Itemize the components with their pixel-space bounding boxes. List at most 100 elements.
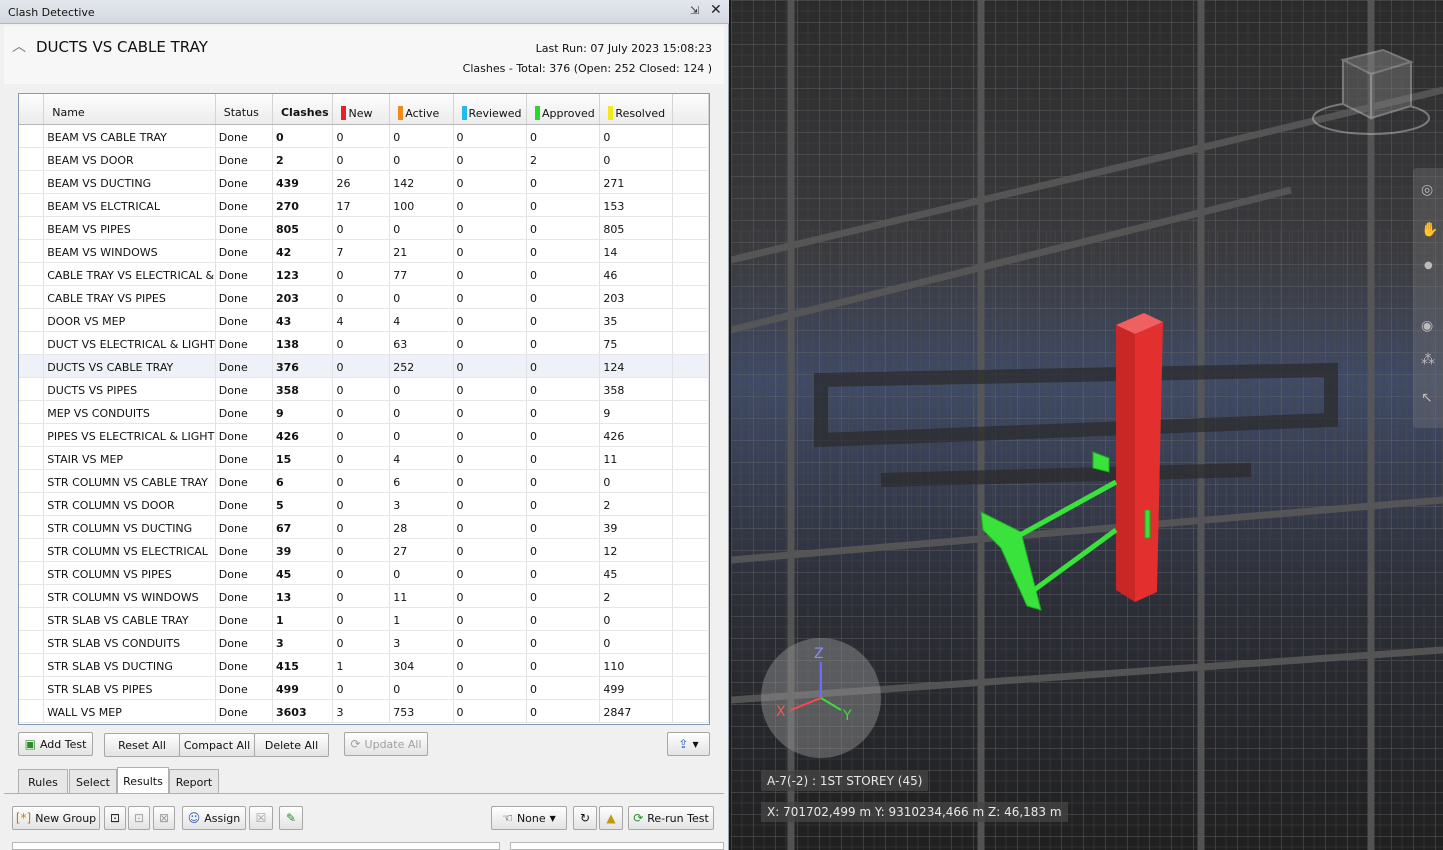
new-group-button[interactable]: [*] New Group bbox=[12, 806, 100, 830]
column-header-clashes[interactable]: Clashes bbox=[272, 94, 334, 125]
row-selector[interactable] bbox=[19, 147, 45, 171]
row-selector[interactable] bbox=[19, 469, 45, 493]
select-icon[interactable]: ↖ bbox=[1421, 390, 1433, 406]
test-row[interactable]: STAIR VS MEP Done 15 0 4 0 0 11 bbox=[19, 446, 709, 470]
cell-filler bbox=[672, 561, 709, 585]
test-row[interactable]: BEAM VS WINDOWS Done 42 7 21 0 0 14 bbox=[19, 239, 709, 263]
test-row[interactable]: CABLE TRAY VS ELECTRICAL & Done 123 0 77 0 0 46 bbox=[19, 262, 709, 286]
add-test-button[interactable]: ▣ Add Test bbox=[18, 732, 93, 756]
test-row[interactable]: DOOR VS MEP Done 43 4 4 0 0 35 bbox=[19, 308, 709, 332]
test-row[interactable]: DUCT VS ELECTRICAL & LIGHT Done 138 0 63 0 0 75 bbox=[19, 331, 709, 355]
row-selector[interactable] bbox=[19, 262, 45, 286]
rerun-test-button[interactable]: ⟳ Re-run Test bbox=[628, 806, 714, 830]
export-icon: ⇪ bbox=[678, 737, 689, 751]
test-row[interactable]: STR COLUMN VS CABLE TRAY Done 6 0 6 0 0 0 bbox=[19, 469, 709, 493]
steering-wheel-icon[interactable]: ◎ bbox=[1421, 182, 1433, 198]
test-row[interactable]: BEAM VS DUCTING Done 439 26 142 0 0 271 bbox=[19, 170, 709, 194]
row-selector[interactable] bbox=[19, 124, 45, 148]
test-row[interactable]: DUCTS VS CABLE TRAY Done 376 0 252 0 0 124 bbox=[19, 354, 709, 378]
rerun-test-label: Re-run Test bbox=[647, 811, 709, 825]
highlight-button[interactable]: ▲ bbox=[599, 806, 623, 830]
tab-results[interactable]: Results bbox=[117, 767, 169, 794]
row-selector[interactable] bbox=[19, 331, 45, 355]
column-header-resolved[interactable]: Resolved bbox=[599, 94, 674, 125]
test-row[interactable]: PIPES VS ELECTRICAL & LIGHT Done 426 0 0 0 0 42… bbox=[19, 423, 709, 447]
cell-clashes: 43 bbox=[272, 308, 334, 332]
test-row[interactable]: WALL VS MEP Done 3603 3 753 0 0 2847 bbox=[19, 699, 709, 723]
test-row[interactable]: STR COLUMN VS PIPES Done 45 0 0 0 0 45 bbox=[19, 561, 709, 585]
test-row[interactable]: STR SLAB VS CONDUITS Done 3 0 3 0 0 0 bbox=[19, 630, 709, 654]
column-header-status[interactable]: Status bbox=[215, 94, 273, 125]
row-selector[interactable] bbox=[19, 446, 45, 470]
row-selector[interactable] bbox=[19, 377, 45, 401]
row-selector[interactable] bbox=[19, 584, 45, 608]
column-header-reviewed[interactable]: Reviewed bbox=[453, 94, 528, 125]
cell-new: 17 bbox=[332, 193, 391, 217]
row-selector[interactable] bbox=[19, 699, 45, 723]
tab-select[interactable]: Select bbox=[69, 769, 117, 794]
row-selector[interactable] bbox=[19, 561, 45, 585]
tab-rules[interactable]: Rules bbox=[18, 769, 68, 794]
test-row[interactable]: STR COLUMN VS DOOR Done 5 0 3 0 0 2 bbox=[19, 492, 709, 516]
row-selector[interactable] bbox=[19, 170, 45, 194]
column-header-approved[interactable]: Approved bbox=[526, 94, 601, 125]
test-row[interactable]: STR SLAB VS CABLE TRAY Done 1 0 1 0 0 0 bbox=[19, 607, 709, 631]
collapse-chevron-icon[interactable]: ︿ bbox=[12, 36, 26, 56]
row-selector[interactable] bbox=[19, 193, 45, 217]
row-selector[interactable] bbox=[19, 423, 45, 447]
explode-group-button[interactable]: ⊡ bbox=[128, 806, 150, 830]
row-selector[interactable] bbox=[19, 676, 45, 700]
test-row[interactable]: CABLE TRAY VS PIPES Done 203 0 0 0 0 203 bbox=[19, 285, 709, 309]
row-selector[interactable] bbox=[19, 308, 45, 332]
assign-button[interactable]: ☺ Assign bbox=[182, 806, 246, 830]
row-selector[interactable] bbox=[19, 216, 45, 240]
test-row[interactable]: STR COLUMN VS ELECTRICAL Done 39 0 27 0 0 12 bbox=[19, 538, 709, 562]
compact-all-button[interactable]: Compact All bbox=[179, 733, 255, 757]
test-row[interactable]: MEP VS CONDUITS Done 9 0 0 0 0 9 bbox=[19, 400, 709, 424]
cell-status: Done bbox=[215, 354, 273, 378]
status-filter-dropdown[interactable]: ☜ None ▼ bbox=[491, 806, 567, 830]
clash-element-a[interactable] bbox=[1116, 313, 1163, 602]
test-row[interactable]: BEAM VS PIPES Done 805 0 0 0 0 805 bbox=[19, 216, 709, 240]
column-header-label: Approved bbox=[542, 106, 595, 120]
test-row[interactable]: BEAM VS DOOR Done 2 0 0 0 2 0 bbox=[19, 147, 709, 171]
add-comment-button[interactable]: ✎ bbox=[279, 806, 303, 830]
row-selector[interactable] bbox=[19, 354, 45, 378]
reset-all-button[interactable]: Reset All bbox=[104, 733, 180, 757]
test-row[interactable]: BEAM VS ELCTRICAL Done 270 17 100 0 0 153 bbox=[19, 193, 709, 217]
close-icon[interactable]: ✕ bbox=[710, 2, 722, 18]
test-row[interactable]: STR COLUMN VS WINDOWS Done 13 0 11 0 0 2 bbox=[19, 584, 709, 608]
chevron-down-icon: ▼ bbox=[692, 739, 699, 749]
test-row[interactable]: STR SLAB VS DUCTING Done 415 1 304 0 0 110 bbox=[19, 653, 709, 677]
row-selector[interactable] bbox=[19, 653, 45, 677]
unassign-button[interactable]: ☒ bbox=[249, 806, 273, 830]
column-header-new[interactable]: New bbox=[332, 94, 391, 125]
row-selector[interactable] bbox=[19, 630, 45, 654]
orbit-icon[interactable]: ◉ bbox=[1421, 318, 1433, 334]
zoom-icon[interactable]: ● bbox=[1424, 260, 1433, 271]
row-selector[interactable] bbox=[19, 515, 45, 539]
walk-icon[interactable]: ⁂ bbox=[1421, 352, 1435, 368]
group-select-button[interactable]: ⊡ bbox=[104, 806, 126, 830]
row-selector[interactable] bbox=[19, 607, 45, 631]
column-header-name[interactable]: Name bbox=[43, 94, 216, 125]
row-selector[interactable] bbox=[19, 492, 45, 516]
column-header-active[interactable]: Active bbox=[389, 94, 454, 125]
clean-groups-button[interactable]: ⊠ bbox=[153, 806, 175, 830]
pin-icon[interactable]: ⇲ bbox=[690, 4, 699, 17]
row-selector[interactable] bbox=[19, 285, 45, 309]
test-row[interactable]: STR SLAB VS PIPES Done 499 0 0 0 0 499 bbox=[19, 676, 709, 700]
test-row[interactable]: BEAM VS CABLE TRAY Done 0 0 0 0 0 0 bbox=[19, 124, 709, 148]
refresh-button[interactable]: ↻ bbox=[573, 806, 597, 830]
update-all-button[interactable]: ⟳ Update All bbox=[344, 732, 428, 756]
pan-hand-icon[interactable]: ✋ bbox=[1421, 222, 1438, 238]
row-selector[interactable] bbox=[19, 538, 45, 562]
export-dropdown-button[interactable]: ⇪ ▼ bbox=[667, 732, 710, 756]
row-selector[interactable] bbox=[19, 239, 45, 263]
row-selector[interactable] bbox=[19, 400, 45, 424]
test-row[interactable]: STR COLUMN VS DUCTING Done 67 0 28 0 0 39 bbox=[19, 515, 709, 539]
3d-viewport[interactable]: ◎ ✋ ● ◉ ⁂ ↖ Z X Y A-7(-2) : 1ST STOREY (… bbox=[731, 0, 1443, 850]
test-row[interactable]: DUCTS VS PIPES Done 358 0 0 0 0 358 bbox=[19, 377, 709, 401]
delete-all-button[interactable]: Delete All bbox=[254, 733, 329, 757]
tab-report[interactable]: Report bbox=[169, 769, 219, 794]
